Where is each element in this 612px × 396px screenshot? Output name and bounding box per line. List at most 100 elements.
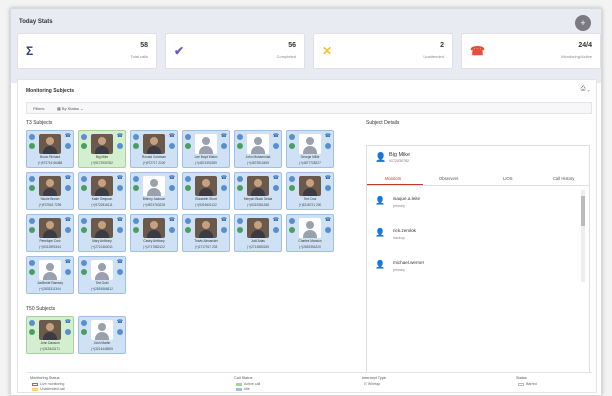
subject-number: (+)972716 66488	[37, 161, 63, 165]
phone-icon: ☎	[324, 217, 331, 223]
subject-card[interactable]: ☎ Elizabeth Short (+)5319601122	[182, 172, 230, 210]
eye-icon	[221, 227, 227, 233]
avatar	[299, 218, 321, 238]
legend-wiretap: ⎘ Wiretap	[364, 382, 381, 386]
subject-card[interactable]: ☎ John Dawson (+)312843171	[26, 316, 74, 354]
avatar	[299, 134, 321, 154]
subject-card[interactable]: ☎ Jodi Arias (+)2713883155	[234, 214, 282, 252]
legend-status-title: Status	[516, 376, 527, 380]
subject-card[interactable]: ☎ Ronald Goldman (+)972717 2100	[130, 130, 178, 168]
monitor-item[interactable]: 👤 isaque.a.leite primary	[375, 194, 565, 214]
subject-card[interactable]: ☎ Ted Gold (+)2834566812	[78, 256, 126, 294]
avatar	[39, 176, 61, 196]
subject-card[interactable]: ☎ Travis Alexander (+)2717917 233	[182, 214, 230, 252]
tab-monitors[interactable]: Monitors	[385, 176, 401, 181]
eye-icon	[65, 329, 71, 335]
sigma-icon: Σ	[26, 44, 34, 58]
subject-number: (+)4874763228	[143, 203, 165, 207]
tab-lios[interactable]: LIOS	[503, 176, 513, 181]
add-button[interactable]: +	[575, 15, 591, 31]
stat-value: 58	[140, 42, 148, 49]
avatar	[91, 134, 113, 154]
phone-icon: ☎	[220, 217, 227, 223]
details-tabs: Monitors Observers LIOS Call History	[367, 172, 589, 186]
avatar	[91, 260, 113, 280]
globe-icon	[133, 176, 139, 182]
subject-card[interactable]: ☎ John Muhammad (+)4873910455	[234, 130, 282, 168]
subject-card[interactable]: ☎ Charles Manson (+)2839354220	[286, 214, 334, 252]
subject-number: (+)5319601122	[195, 203, 217, 207]
stat-card: ✔ 56 Completed	[165, 33, 305, 69]
eye-icon	[65, 143, 71, 149]
subject-number: (+)4873910455	[247, 161, 269, 165]
phone-icon: ☎	[64, 217, 71, 223]
eye-icon	[117, 143, 123, 149]
subject-card[interactable]: ☎ Britney Jackson (+)4874763228	[130, 172, 178, 210]
subject-card[interactable]: ☎ George Millie (+)4877728227	[286, 130, 334, 168]
subject-card[interactable]: ☎ Katie Simpson (+)9722816111	[78, 172, 126, 210]
subject-name: Lee Boyd Malvo	[194, 155, 218, 159]
subject-name: Charles Manson	[298, 239, 322, 243]
legend-unattended-call: Unattended call	[32, 387, 65, 391]
person-icon: 👤	[375, 152, 387, 162]
subject-name: Ted Cruz	[303, 197, 317, 201]
avatar	[143, 218, 165, 238]
avatar	[195, 218, 217, 238]
subject-name: John Dawson	[40, 341, 60, 345]
subject-card[interactable]: ☎ Mary Anthony (+)2712460011	[78, 214, 126, 252]
tab-call-history[interactable]: Call History	[553, 176, 574, 181]
print-icon[interactable]: ⎙	[581, 86, 586, 92]
stat-card: Σ 58 Total calls	[17, 33, 157, 69]
chevron-down-icon[interactable]: ⌄	[587, 86, 590, 92]
subject-card[interactable]: ☎ JonBenet Ramsey (+)2833311344	[26, 256, 74, 294]
eye-icon	[117, 227, 123, 233]
globe-icon	[81, 176, 87, 182]
status-icon	[237, 143, 243, 149]
globe-icon	[29, 260, 35, 266]
filter-dropdown[interactable]: ▦ By Status ⌄	[57, 106, 84, 111]
subject-card[interactable]: ☎ Ted Cruz (+)5318721 200	[286, 172, 334, 210]
scrollbar-thumb[interactable]	[581, 196, 585, 226]
legend-barred: Barred	[518, 382, 537, 386]
phone-icon: ☎	[64, 175, 71, 181]
subject-name: Mary Anthony	[92, 239, 112, 243]
status-icon	[29, 329, 35, 335]
status-icon	[81, 185, 87, 191]
status-icon	[185, 227, 191, 233]
tab-observers[interactable]: Observers	[439, 176, 458, 181]
globe-icon	[133, 134, 139, 140]
scrollbar[interactable]	[581, 190, 585, 282]
subject-card[interactable]: ☎ Nicole Brown (+)972943 7299	[26, 172, 74, 210]
monitor-item[interactable]: 👤 rick.zemlok backup	[375, 226, 565, 246]
subject-card[interactable]: ☎ Penelope Cruz (+)5312891544	[26, 214, 74, 252]
chevron-down-icon: ⌄	[80, 106, 84, 111]
phone-active-icon: ☎	[470, 44, 485, 58]
subject-card[interactable]: ☎ Casey Anthony (+)2717882122	[130, 214, 178, 252]
status-icon	[185, 143, 191, 149]
app-window: Today Stats + Σ 58 Total calls ✔ 56 Completed…	[10, 8, 602, 396]
subject-card[interactable]: ☎ Big Mike (+)9172930782	[78, 130, 126, 168]
globe-icon	[81, 218, 87, 224]
globe-icon	[29, 176, 35, 182]
status-icon	[133, 227, 139, 233]
today-stats-title: Today Stats	[19, 19, 53, 25]
subject-card[interactable]: ☎ Meryah Black Selda (+)5319381288	[234, 172, 282, 210]
subject-card[interactable]: ☎ Lee Boyd Malvo (+)4874392289	[182, 130, 230, 168]
status-icon	[289, 185, 295, 191]
subject-number: (+)5312891544	[39, 245, 61, 249]
phone-icon: ☎	[64, 319, 71, 325]
subject-number: (+)4874392289	[195, 161, 217, 165]
phone-icon: ☎	[168, 217, 175, 223]
filter-bar: Filters: ▦ By Status ⌄	[26, 102, 592, 114]
panel-tools[interactable]: ⎙ ⌄	[581, 86, 590, 93]
subject-card[interactable]: ☎ Bruno Richard (+)972716 66488	[26, 130, 74, 168]
eye-icon	[117, 269, 123, 275]
avatar	[299, 176, 321, 196]
t3-subjects-title: T3 Subjects	[26, 120, 53, 126]
subject-card[interactable]: ☎ Josh Martin (+)3214445555	[78, 316, 126, 354]
subject-name: Elizabeth Short	[195, 197, 217, 201]
globe-icon	[185, 176, 191, 182]
status-icon	[81, 143, 87, 149]
monitor-item[interactable]: 👤 michael.werner primary	[375, 258, 565, 278]
subject-number: 9172930782	[389, 159, 409, 163]
